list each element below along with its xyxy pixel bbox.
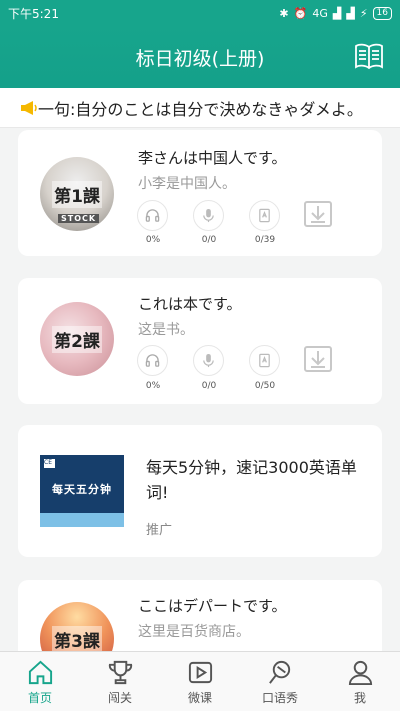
lesson-3-chinese: 这里是百货商店。 (138, 624, 250, 640)
status-bar: 下午5:21 ✱ ⏰ 4G ▟ ▟ ⚡ 16 (0, 0, 400, 26)
word-card-icon (259, 208, 270, 223)
ad-text: 每天5分钟，速记3000英语单词! (146, 458, 357, 502)
microphone-icon (203, 208, 214, 223)
trophy-icon (108, 660, 132, 685)
words-button[interactable] (249, 200, 280, 231)
home-icon (28, 660, 52, 685)
word-card-icon (259, 353, 270, 368)
bluetooth-icon: ✱ (279, 6, 289, 20)
headphones-icon (145, 354, 160, 367)
lesson-2-listen-progress: 0% (145, 381, 161, 391)
tab-home[interactable]: 首页 (0, 652, 80, 711)
tab-me[interactable]: 我 (320, 652, 400, 711)
record-button[interactable] (193, 200, 224, 231)
ad-image-wave (40, 513, 124, 527)
listen-button[interactable] (137, 200, 168, 231)
lesson-2-record-progress: 0/0 (201, 381, 217, 391)
lesson-card-3[interactable]: 第3課 ここはデパートです。 这里是百货商店。 (18, 580, 382, 676)
lesson-3-badge: 第3課 (52, 625, 102, 653)
listen-button[interactable] (137, 345, 168, 376)
tab-challenge[interactable]: 闯关 (80, 652, 160, 711)
tab-me-label: 我 (353, 691, 366, 705)
lesson-2-words-progress: 0/50 (254, 381, 276, 391)
tab-microclass[interactable]: 微课 (160, 652, 240, 711)
lesson-1-listen-progress: 0% (145, 235, 161, 245)
record-button[interactable] (193, 345, 224, 376)
bottom-tab-bar: 首页 闯关 微课 口语秀 我 (0, 651, 400, 711)
lesson-1-cover: 第1課 STOCK (40, 157, 114, 231)
ad-card[interactable]: CE 每天五分钟 每天5分钟，速记3000英语单词! 推广 (18, 425, 382, 557)
lesson-3-japanese: ここはデパートです。 (138, 597, 287, 615)
signal-icon-2: ▟ (346, 6, 355, 20)
alarm-icon: ⏰ (293, 6, 308, 20)
tab-speaking-show[interactable]: 口语秀 (240, 652, 320, 711)
page-title: 标日初级(上册) (135, 47, 265, 70)
network-type: 4G (312, 6, 328, 20)
person-icon (348, 660, 372, 686)
download-icon[interactable] (303, 345, 333, 373)
charging-icon: ⚡ (359, 6, 368, 20)
lesson-2-japanese: これは本です。 (138, 295, 242, 313)
daily-sentence-text: 一句:自分のことは自分で決めなきゃダメよ。 (38, 99, 363, 119)
lesson-1-badge: 第1課 (52, 180, 102, 208)
book-icon[interactable] (354, 42, 384, 70)
battery-level: 16 (372, 6, 392, 20)
ad-image: CE 每天五分钟 (40, 455, 124, 527)
lesson-1-cover-text: STOCK (58, 214, 100, 223)
ad-logo: CE (44, 459, 55, 468)
tab-home-label: 首页 (27, 691, 52, 705)
lesson-card-1[interactable]: 第1課 STOCK 李さんは中国人です。 小李是中国人。 0% 0/0 0/39 (18, 130, 382, 256)
microphone-icon (203, 353, 214, 368)
lesson-card-2[interactable]: 第2課 これは本です。 这是书。 0% 0/0 0/50 (18, 278, 382, 404)
ad-tag: 推广 (146, 523, 173, 538)
app-bar: 标日初级(上册) (0, 26, 400, 88)
tab-speaking-show-label: 口语秀 (261, 691, 298, 705)
lesson-2-chinese: 这是书。 (138, 322, 194, 338)
search-icon (268, 660, 290, 684)
lesson-2-badge: 第2課 (52, 325, 102, 353)
status-icons: ✱ ⏰ 4G ▟ ▟ ⚡ 16 (279, 6, 392, 20)
lesson-2-cover: 第2課 (40, 302, 114, 376)
status-time: 下午5:21 (8, 6, 59, 21)
megaphone-icon (21, 100, 37, 115)
daily-sentence-banner[interactable]: 一句:自分のことは自分で決めなきゃダメよ。 (0, 88, 400, 128)
lesson-1-record-progress: 0/0 (201, 235, 217, 245)
signal-icon: ▟ (332, 6, 342, 20)
tab-microclass-label: 微课 (187, 691, 212, 705)
ad-image-text: 每天五分钟 (52, 483, 112, 496)
lesson-1-words-progress: 0/39 (254, 235, 276, 245)
download-icon[interactable] (303, 200, 333, 228)
lesson-1-japanese: 李さんは中国人です。 (138, 149, 287, 167)
tab-challenge-label: 闯关 (107, 691, 132, 705)
lesson-1-chinese: 小李是中国人。 (138, 176, 236, 192)
words-button[interactable] (249, 345, 280, 376)
headphones-icon (145, 209, 160, 222)
play-icon (188, 661, 212, 684)
